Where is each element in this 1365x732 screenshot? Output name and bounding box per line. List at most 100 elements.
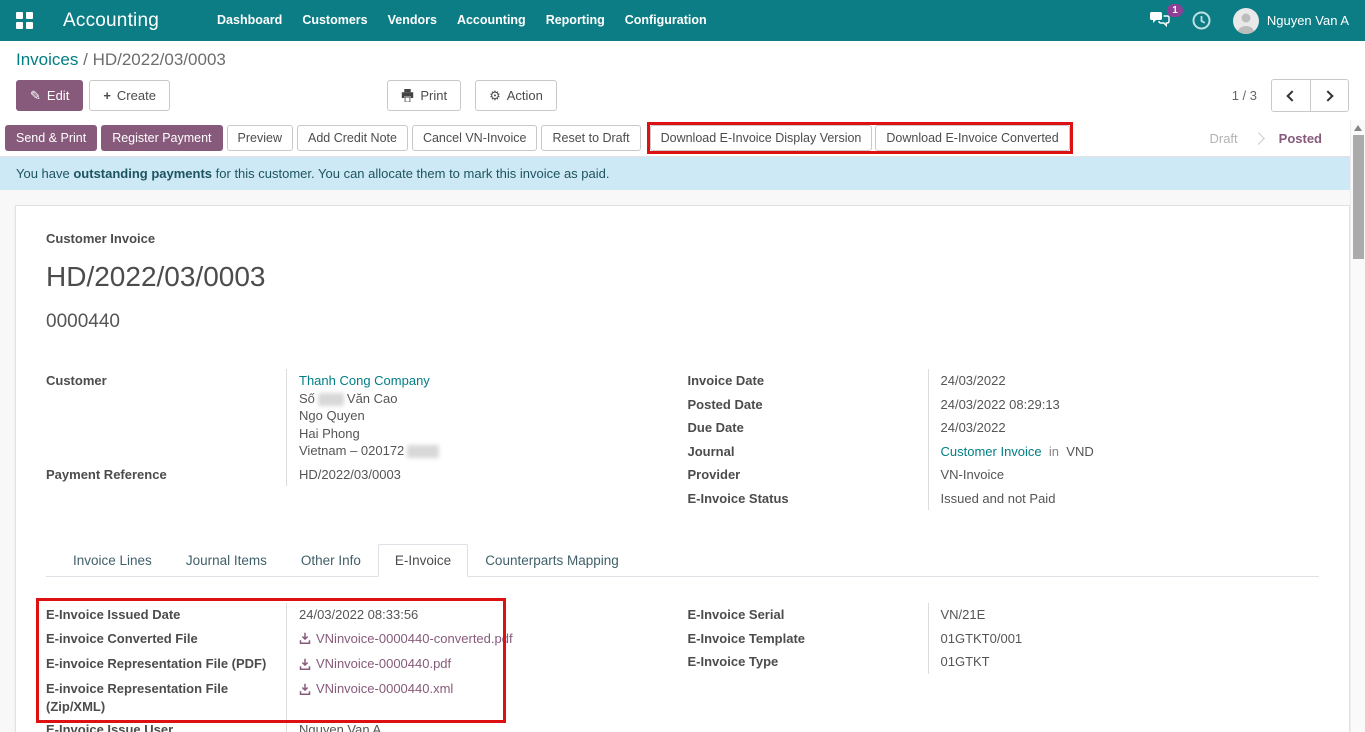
provider-label: Provider xyxy=(688,463,928,487)
field-due-date: Due Date 24/03/2022 xyxy=(688,416,1320,440)
download-icon xyxy=(299,632,311,644)
einvoice-group-left: E-Invoice Issued Date 24/03/2022 08:33:5… xyxy=(46,603,678,732)
field-provider: Provider VN-Invoice xyxy=(688,463,1320,487)
field-invoice-date: Invoice Date 24/03/2022 xyxy=(688,369,1320,393)
gear-icon: ⚙ xyxy=(489,87,501,104)
field-payment-reference: Payment Reference HD/2022/03/0003 xyxy=(46,463,678,487)
einvoice-type-label: E-Invoice Type xyxy=(688,650,928,674)
vertical-scrollbar[interactable] xyxy=(1350,120,1365,732)
posted-date-label: Posted Date xyxy=(688,393,928,417)
redacted-text xyxy=(407,445,439,458)
pager-previous-button[interactable] xyxy=(1272,80,1310,111)
create-button[interactable]: + Create xyxy=(89,80,170,111)
einvoice-issued-date-label: E-Invoice Issued Date xyxy=(46,603,286,627)
representation-pdf-link[interactable]: VNinvoice-0000440.pdf xyxy=(299,655,451,673)
converted-file-link[interactable]: VNinvoice-0000440-converted.pdf xyxy=(299,630,513,648)
menu-dashboard[interactable]: Dashboard xyxy=(207,0,292,41)
status-posted[interactable]: Posted xyxy=(1263,131,1338,146)
action-button[interactable]: ⚙ Action xyxy=(475,80,557,111)
field-group-right: Invoice Date 24/03/2022 Posted Date 24/0… xyxy=(688,369,1320,510)
field-einvoice-converted-file: E-invoice Converted File VNinvoice-00004… xyxy=(46,627,678,652)
einvoice-template-value: 01GTKT0/001 xyxy=(928,627,1320,651)
field-journal: Journal Customer Invoice in VND xyxy=(688,440,1320,464)
tab-other-info[interactable]: Other Info xyxy=(284,544,378,577)
einvoice-representation-zip-label: E-invoice Representation File (Zip/XML) xyxy=(46,677,286,718)
preview-button[interactable]: Preview xyxy=(227,125,293,151)
download-icon xyxy=(299,683,311,695)
cancel-vn-invoice-button[interactable]: Cancel VN-Invoice xyxy=(412,125,538,151)
pager-value: 1 / 3 xyxy=(1232,88,1257,103)
add-credit-note-button[interactable]: Add Credit Note xyxy=(297,125,408,151)
field-group-left: Customer Thanh Cong Company SốVăn Cao Ng… xyxy=(46,369,678,510)
download-einvoice-converted-button[interactable]: Download E-Invoice Converted xyxy=(875,125,1069,151)
menu-vendors[interactable]: Vendors xyxy=(378,0,447,41)
send-print-button[interactable]: Send & Print xyxy=(5,125,97,151)
download-einvoice-display-version-button[interactable]: Download E-Invoice Display Version xyxy=(650,125,873,151)
messages-icon[interactable]: 1 xyxy=(1149,11,1170,31)
form-view: Customer Invoice HD/2022/03/0003 0000440… xyxy=(0,190,1365,732)
scrollbar-up-arrow-icon[interactable] xyxy=(1354,125,1362,131)
register-payment-button[interactable]: Register Payment xyxy=(101,125,222,151)
tab-counterparts-mapping[interactable]: Counterparts Mapping xyxy=(468,544,636,577)
breadcrumb: Invoices / HD/2022/03/0003 xyxy=(16,50,1349,70)
outstanding-payments-alert: You have outstanding payments for this c… xyxy=(0,157,1365,190)
field-customer: Customer Thanh Cong Company SốVăn Cao Ng… xyxy=(46,369,678,463)
field-einvoice-representation-pdf: E-invoice Representation File (PDF) VNin… xyxy=(46,652,678,677)
top-navbar: Accounting Dashboard Customers Vendors A… xyxy=(0,0,1365,41)
einvoice-issue-user-label: E-Invoice Issue User xyxy=(46,718,286,732)
invoice-sheet: Customer Invoice HD/2022/03/0003 0000440… xyxy=(15,205,1350,732)
user-menu[interactable]: Nguyen Van A xyxy=(1233,8,1349,34)
provider-value: VN-Invoice xyxy=(928,463,1320,487)
annotation-box-download-buttons: Download E-Invoice Display Version Downl… xyxy=(647,122,1073,154)
field-einvoice-issued-date: E-Invoice Issued Date 24/03/2022 08:33:5… xyxy=(46,603,678,627)
einvoice-serial-label: E-Invoice Serial xyxy=(688,603,928,627)
menu-reporting[interactable]: Reporting xyxy=(536,0,615,41)
payment-reference-label: Payment Reference xyxy=(46,463,286,487)
activities-icon[interactable] xyxy=(1192,11,1211,30)
app-title[interactable]: Accounting xyxy=(63,10,159,32)
representation-xml-link[interactable]: VNinvoice-0000440.xml xyxy=(299,680,453,698)
tab-invoice-lines[interactable]: Invoice Lines xyxy=(56,544,169,577)
control-panel: Invoices / HD/2022/03/0003 ✎ Edit + Crea… xyxy=(0,41,1365,120)
breadcrumb-current: HD/2022/03/0003 xyxy=(93,50,226,69)
print-button[interactable]: Print xyxy=(387,80,461,111)
einvoice-representation-pdf-label: E-invoice Representation File (PDF) xyxy=(46,652,286,677)
field-einvoice-type: E-Invoice Type 01GTKT xyxy=(688,650,1320,674)
einvoice-type-value: 01GTKT xyxy=(928,650,1320,674)
customer-address-line1: SốVăn Cao xyxy=(299,390,678,408)
invoice-date-value: 24/03/2022 xyxy=(928,369,1320,393)
statusbar: Send & Print Register Payment Preview Ad… xyxy=(0,120,1365,157)
alert-highlight: outstanding payments xyxy=(73,166,212,181)
messages-badge: 1 xyxy=(1167,4,1183,17)
posted-date-value: 24/03/2022 08:29:13 xyxy=(928,393,1320,417)
menu-accounting[interactable]: Accounting xyxy=(447,0,536,41)
edit-button[interactable]: ✎ Edit xyxy=(16,80,83,111)
einvoice-converted-file-label: E-invoice Converted File xyxy=(46,627,286,652)
apps-grid-icon[interactable] xyxy=(16,12,33,29)
redacted-text xyxy=(318,393,344,406)
journal-label: Journal xyxy=(688,440,928,464)
breadcrumb-invoices-link[interactable]: Invoices xyxy=(16,50,78,69)
field-einvoice-representation-zip: E-invoice Representation File (Zip/XML) … xyxy=(46,677,678,718)
notebook-tabs: Invoice Lines Journal Items Other Info E… xyxy=(46,544,1319,577)
field-einvoice-template: E-Invoice Template 01GTKT0/001 xyxy=(688,627,1320,651)
scrollbar-thumb[interactable] xyxy=(1353,135,1364,259)
journal-currency: VND xyxy=(1066,444,1093,459)
menu-configuration[interactable]: Configuration xyxy=(615,0,717,41)
invoice-number: 0000440 xyxy=(46,311,1319,333)
tab-journal-items[interactable]: Journal Items xyxy=(169,544,284,577)
customer-link[interactable]: Thanh Cong Company xyxy=(299,372,678,390)
tab-einvoice[interactable]: E-Invoice xyxy=(378,544,468,577)
reset-to-draft-button[interactable]: Reset to Draft xyxy=(541,125,640,151)
customer-label: Customer xyxy=(46,369,286,463)
menu-customers[interactable]: Customers xyxy=(292,0,377,41)
status-draft[interactable]: Draft xyxy=(1193,131,1253,146)
einvoice-status-value: Issued and not Paid xyxy=(928,487,1320,511)
einvoice-status-label: E-Invoice Status xyxy=(688,487,928,511)
chevron-left-icon xyxy=(1287,90,1298,101)
pager-next-button[interactable] xyxy=(1310,80,1348,111)
clock-icon xyxy=(1192,11,1211,30)
field-posted-date: Posted Date 24/03/2022 08:29:13 xyxy=(688,393,1320,417)
journal-link[interactable]: Customer Invoice xyxy=(941,444,1042,459)
field-einvoice-issue-user: E-Invoice Issue User Nguyen Van A xyxy=(46,718,678,732)
